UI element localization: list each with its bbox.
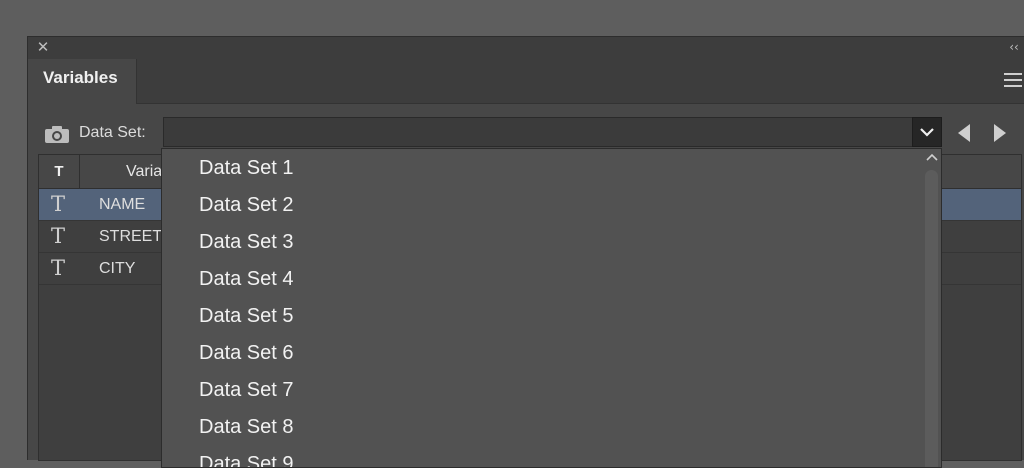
dropdown-item[interactable]: Data Set 9 [199, 449, 294, 467]
chevron-down-icon[interactable] [912, 117, 942, 147]
dropdown-scrollbar[interactable] [925, 170, 938, 467]
dataset-select[interactable] [163, 117, 942, 147]
dropdown-item[interactable]: Data Set 3 [199, 227, 294, 257]
tab-variables[interactable]: Variables [28, 59, 137, 104]
dataset-label: Data Set: [79, 124, 146, 141]
chevron-up-icon[interactable] [923, 149, 941, 167]
dataset-dropdown-list: Data Set 1 Data Set 2 Data Set 3 Data Se… [161, 148, 942, 468]
triangle-left-icon[interactable] [956, 123, 972, 143]
collapse-panel-icon[interactable]: ‹‹ [1006, 40, 1022, 54]
dropdown-item[interactable]: Data Set 4 [199, 264, 294, 294]
dropdown-item[interactable]: Data Set 8 [199, 412, 294, 442]
hamburger-menu-icon[interactable] [1004, 73, 1022, 89]
variable-name: CITY [99, 260, 136, 277]
text-variable-icon: T [51, 256, 66, 280]
dropdown-item[interactable]: Data Set 1 [199, 153, 294, 183]
triangle-right-icon[interactable] [992, 123, 1008, 143]
dataset-row: Data Set: [28, 117, 1024, 149]
close-icon[interactable]: ✕ [36, 40, 50, 55]
variable-name: STREET [99, 228, 163, 245]
column-header-variable[interactable]: Varia [126, 155, 162, 189]
variable-name: NAME [99, 196, 146, 213]
dropdown-item[interactable]: Data Set 6 [199, 338, 294, 368]
dropdown-item[interactable]: Data Set 7 [199, 375, 294, 405]
panel-title-bar: ✕ ‹‹ [28, 37, 1024, 60]
text-variable-icon: T [51, 224, 66, 248]
camera-icon[interactable] [44, 124, 70, 144]
panel-tab-strip: Variables [28, 59, 1024, 104]
dropdown-item[interactable]: Data Set 2 [199, 190, 294, 220]
dropdown-item[interactable]: Data Set 5 [199, 301, 294, 331]
column-header-type[interactable]: T [39, 155, 80, 189]
text-variable-icon: T [51, 192, 66, 216]
